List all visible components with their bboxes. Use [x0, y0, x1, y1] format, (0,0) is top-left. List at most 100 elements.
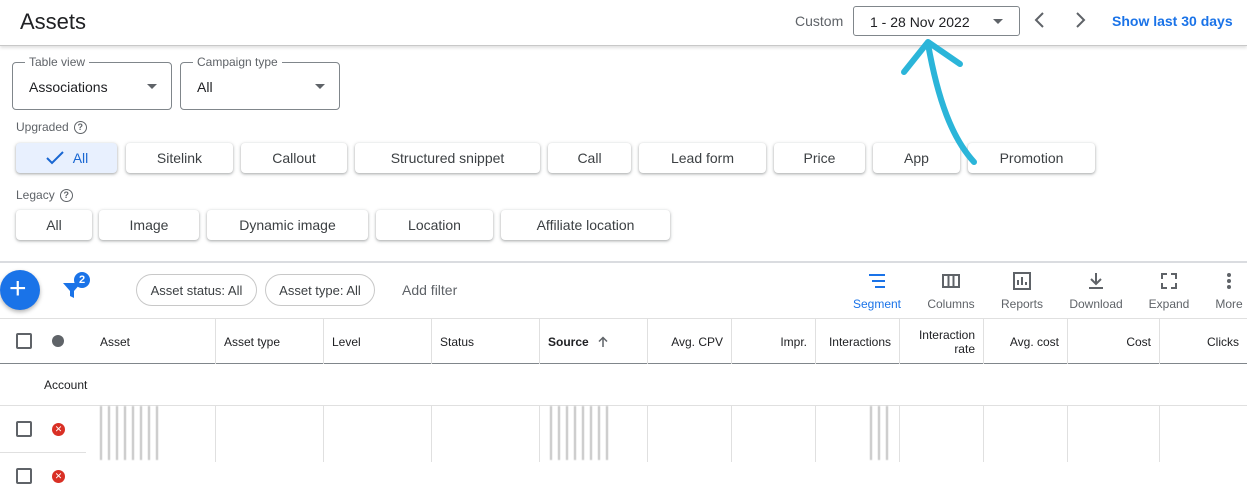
col-clicks[interactable]: Clicks — [1160, 319, 1247, 364]
redacted-asset — [100, 406, 158, 460]
help-icon[interactable]: ? — [73, 120, 87, 134]
chip-label: Image — [129, 217, 169, 233]
more-label: More — [1215, 297, 1243, 311]
chip-structured-snippet[interactable]: Structured snippet — [355, 143, 540, 173]
error-status-icon: ✕ — [52, 470, 65, 483]
chip-label: Lead form — [670, 150, 735, 166]
page-header: Assets Custom 1 - 28 Nov 2022 Show last … — [0, 0, 1247, 46]
table-view-value: Associations — [29, 79, 108, 95]
group-row-label: Account — [44, 378, 88, 392]
chip-label: Affiliate location — [536, 217, 635, 233]
chip-label: Dynamic image — [239, 217, 336, 233]
chip-upgraded-all[interactable]: All — [16, 143, 117, 173]
filter-chip-label: Asset status: All — [150, 282, 243, 298]
section-divider — [0, 261, 1247, 263]
caret-down-icon — [147, 84, 157, 89]
date-range-value: 1 - 28 Nov 2022 — [870, 14, 970, 30]
columns-label: Columns — [927, 297, 975, 311]
col-avg-cost[interactable]: Avg. cost — [984, 319, 1068, 364]
legacy-label: Legacy — [16, 188, 55, 202]
legacy-section-label: Legacy ? — [16, 188, 73, 202]
campaign-type-value: All — [197, 79, 213, 95]
download-icon — [1089, 273, 1103, 289]
reports-icon — [1013, 272, 1031, 290]
more-button[interactable]: More — [1194, 270, 1247, 311]
chip-affiliate-location[interactable]: Affiliate location — [501, 210, 670, 240]
asset-status-filter-chip[interactable]: Asset status: All — [136, 274, 257, 306]
chip-location[interactable]: Location — [376, 210, 493, 240]
select-all-checkbox[interactable] — [16, 333, 32, 349]
help-icon[interactable]: ? — [59, 188, 73, 202]
reports-button[interactable]: Reports — [987, 270, 1057, 311]
col-avg-cpv[interactable]: Avg. CPV — [648, 319, 732, 364]
upgraded-section-label: Upgraded ? — [16, 120, 87, 134]
chip-price[interactable]: Price — [774, 143, 865, 173]
sort-arrow-up-icon — [598, 335, 608, 347]
show-last-30-days-link[interactable]: Show last 30 days — [1112, 13, 1233, 29]
caret-down-icon — [315, 84, 325, 89]
chip-label: Location — [408, 217, 461, 233]
annotation-arrow-icon — [901, 39, 977, 165]
segment-button[interactable]: Segment — [842, 270, 912, 311]
chip-label: Promotion — [999, 150, 1064, 166]
segment-icon — [869, 274, 885, 288]
caret-down-icon — [993, 19, 1003, 24]
chip-image[interactable]: Image — [99, 210, 199, 240]
campaign-type-select[interactable]: Campaign type All — [180, 55, 340, 110]
col-source[interactable]: Source — [540, 319, 648, 364]
download-label: Download — [1069, 297, 1123, 311]
col-interactions[interactable]: Interactions — [816, 319, 900, 364]
table-view-label: Table view — [25, 55, 90, 69]
chip-label: Price — [803, 150, 836, 166]
error-status-icon: ✕ — [52, 423, 65, 436]
chip-legacy-all[interactable]: All — [16, 210, 92, 240]
chip-sitelink[interactable]: Sitelink — [126, 143, 233, 173]
reports-label: Reports — [1000, 297, 1044, 311]
status-dot-icon — [52, 335, 64, 347]
chip-label: Callout — [272, 150, 316, 166]
redacted-interactions — [870, 406, 890, 460]
chip-label: All — [72, 150, 89, 166]
col-source-label: Source — [548, 334, 589, 349]
filter-chip-label: Asset type: All — [279, 282, 361, 298]
table-row[interactable]: ✕ — [0, 406, 1247, 460]
col-asset-type[interactable]: Asset type — [216, 319, 324, 364]
row-checkbox[interactable] — [16, 421, 32, 437]
checkmark-icon — [46, 151, 64, 165]
row-checkbox[interactable] — [16, 468, 32, 484]
asset-type-filter-chip[interactable]: Asset type: All — [265, 274, 375, 306]
date-range-label: Custom — [795, 13, 844, 29]
upgraded-label: Upgraded — [16, 120, 69, 134]
expand-icon — [1161, 273, 1177, 289]
chevron-left-icon[interactable] — [1030, 10, 1050, 30]
table-header: Asset Asset type Level Status Source Avg… — [0, 318, 1247, 364]
download-button[interactable]: Download — [1061, 270, 1131, 311]
group-row-account: Account — [0, 364, 1247, 406]
plus-icon: + — [9, 272, 27, 305]
chip-label: All — [46, 217, 62, 233]
col-status[interactable]: Status — [432, 319, 540, 364]
add-filter-button[interactable]: Add filter — [402, 282, 457, 298]
page-title: Assets — [20, 9, 87, 34]
chip-label: Sitelink — [156, 150, 203, 166]
chip-call[interactable]: Call — [548, 143, 631, 173]
col-level[interactable]: Level — [324, 319, 432, 364]
col-asset[interactable]: Asset — [92, 319, 216, 364]
filter-count-badge: 2 — [74, 272, 90, 288]
redacted-source — [550, 406, 614, 460]
chip-label: Structured snippet — [390, 150, 505, 166]
more-vert-icon — [1227, 273, 1231, 289]
chevron-right-icon[interactable] — [1070, 10, 1090, 30]
columns-button[interactable]: Columns — [916, 270, 986, 311]
col-interaction-rate[interactable]: Interaction rate — [900, 319, 984, 364]
chip-callout[interactable]: Callout — [241, 143, 347, 173]
col-cost[interactable]: Cost — [1068, 319, 1160, 364]
chip-lead-form[interactable]: Lead form — [639, 143, 766, 173]
segment-label: Segment — [852, 297, 902, 311]
table-row[interactable]: ✕ — [0, 453, 1247, 499]
chip-dynamic-image[interactable]: Dynamic image — [207, 210, 368, 240]
table-view-select[interactable]: Table view Associations — [12, 55, 172, 110]
campaign-type-label: Campaign type — [193, 55, 282, 69]
col-impressions[interactable]: Impr. — [732, 319, 816, 364]
add-button[interactable]: + — [0, 270, 40, 310]
